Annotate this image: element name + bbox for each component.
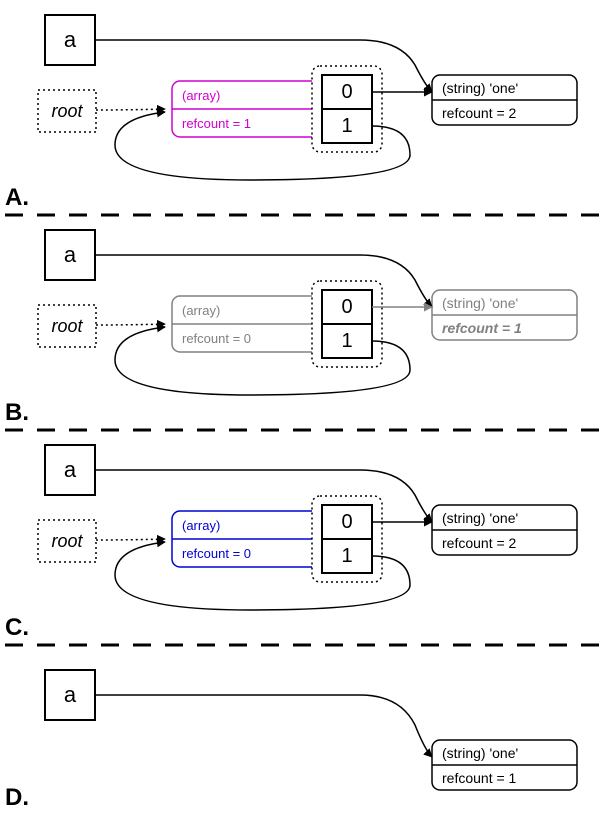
panel-b: B. a root (array) refcount = 0 0 1 (stri…: [5, 230, 577, 426]
array-type: (array): [182, 518, 220, 533]
root-label: root: [51, 101, 83, 121]
string-box: (string) 'one' refcount = 2: [432, 505, 577, 555]
index-1: 1: [341, 330, 352, 352]
array-refcount: refcount = 0: [182, 546, 251, 561]
array-box: (array) refcount = 0: [172, 511, 332, 567]
var-a-label: a: [64, 457, 77, 482]
index-1: 1: [341, 545, 352, 567]
panel-d: D. a (string) 'one' refcount = 1: [5, 670, 577, 811]
panel-c: C. a root (array) refcount = 0 0 1 (stri…: [5, 445, 577, 641]
arrow-root-to-array: [96, 109, 165, 110]
panel-label: C.: [5, 614, 29, 641]
array-type: (array): [182, 88, 220, 103]
index-1: 1: [341, 115, 352, 137]
arrow-root-to-array: [96, 324, 165, 325]
string-type: (string) 'one': [442, 295, 518, 311]
string-type: (string) 'one': [442, 745, 518, 761]
string-type: (string) 'one': [442, 510, 518, 526]
index-0: 0: [341, 81, 352, 103]
string-refcount: refcount = 2: [442, 535, 517, 551]
panel-label: A.: [5, 184, 29, 211]
root-label: root: [51, 316, 83, 336]
string-refcount: refcount = 2: [442, 105, 517, 121]
index-0: 0: [341, 511, 352, 533]
index-0: 0: [341, 296, 352, 318]
panel-label: B.: [5, 399, 29, 426]
array-refcount: refcount = 0: [182, 331, 251, 346]
root-label: root: [51, 531, 83, 551]
string-refcount: refcount = 1: [442, 770, 517, 786]
string-box: (string) 'one' refcount = 2: [432, 75, 577, 125]
array-box: (array) refcount = 1: [172, 81, 332, 137]
array-box: (array) refcount = 0: [172, 296, 332, 352]
arrow-root-to-array: [96, 539, 165, 540]
arrow-a-to-string: [95, 695, 432, 757]
var-a-label: a: [64, 242, 77, 267]
panel-a: A. a root (array) refcount = 1 0 1 (stri…: [5, 15, 577, 211]
panel-label: D.: [5, 784, 29, 811]
string-type: (string) 'one': [442, 80, 518, 96]
string-box: (string) 'one' refcount = 1: [432, 740, 577, 790]
string-refcount: refcount = 1: [442, 320, 522, 336]
string-box: (string) 'one' refcount = 1: [432, 290, 577, 340]
var-a-label: a: [64, 27, 77, 52]
var-a-label: a: [64, 682, 77, 707]
array-refcount: refcount = 1: [182, 116, 251, 131]
array-type: (array): [182, 303, 220, 318]
